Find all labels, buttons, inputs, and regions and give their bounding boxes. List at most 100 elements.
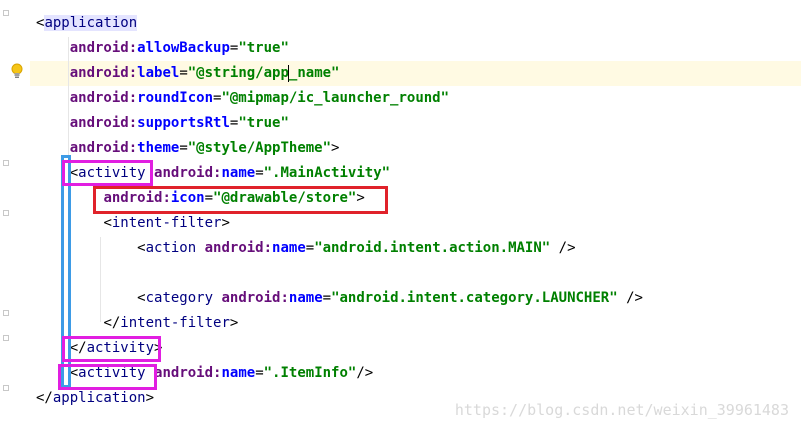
code-token: android: [69,40,138,56]
code-line[interactable]: <activity android:name=".ItemInfo"/> [30,361,801,386]
code-token: > [145,390,155,406]
code-token: android: [69,115,138,131]
code-token: activity [78,165,146,181]
code-token: </ [69,340,87,356]
code-line[interactable]: </activity> [30,336,801,361]
code-token: name [288,290,323,306]
code-token: intent-filter [111,215,222,231]
code-token: category [145,290,214,306]
code-token: = [204,190,214,206]
code-token: _name" [288,65,340,81]
fold-marker-icon[interactable] [3,210,9,216]
code-token: /> [558,240,576,256]
code-token: android: [103,190,171,206]
code-token: > [229,315,239,331]
fold-marker-icon[interactable] [3,335,9,341]
code-line[interactable]: android:label="@string/app_name" [30,61,801,86]
code-line[interactable]: android:allowBackup="true" [30,36,801,61]
indent-guide [100,237,101,322]
code-line[interactable]: <application [30,11,801,36]
code-line[interactable]: </intent-filter> [30,311,801,336]
code-token: < [69,165,79,181]
code-token: name [221,165,256,181]
code-line[interactable]: <intent-filter> [30,211,801,236]
code-token: /> [626,290,643,306]
code-token: android: [204,240,273,256]
code-line[interactable]: android:roundIcon="@mipmap/ic_launcher_r… [30,86,801,111]
fold-marker-icon[interactable] [3,310,9,316]
code-line[interactable]: <category android:name="android.intent.c… [30,286,801,311]
code-token: > [154,340,163,356]
code-token: ".MainActivity" [263,165,391,181]
code-token: roundIcon [137,90,214,106]
code-token: activity [78,365,146,381]
code-token: label [137,65,180,81]
code-token: > [331,140,340,156]
code-token: = [322,290,332,306]
code-token: android: [221,290,289,306]
code-token: activity [86,340,155,356]
code-line[interactable]: android:supportsRtl="true" [30,111,801,136]
fold-marker-icon[interactable] [3,385,9,391]
indent-guide [68,37,69,374]
code-line[interactable] [30,261,801,286]
code-token: application [44,15,138,31]
code-token: name [272,240,306,256]
code-token: android: [69,90,138,106]
code-token: ".ItemInfo" [263,365,357,381]
code-token: intent-filter [120,315,230,331]
code-token: /> [356,365,374,381]
code-token: < [103,215,112,231]
code-token: application [52,390,146,406]
code-token: < [137,290,146,306]
code-token: </ [103,315,121,331]
code-token: < [137,240,146,256]
code-token: = [255,365,264,381]
code-token: supportsRtl [137,115,230,131]
code-token: = [179,65,188,81]
code-token: > [221,215,230,231]
code-token: theme [137,140,180,156]
code-token: = [255,165,264,181]
code-token: = [179,140,188,156]
editor-gutter [0,0,30,431]
code-token: "@style/AppTheme" [187,140,332,156]
lightbulb-icon[interactable] [11,63,23,79]
fold-marker-icon[interactable] [3,10,9,16]
code-line[interactable]: <action android:name="android.intent.act… [30,236,801,261]
code-line[interactable]: <activity android:name=".MainActivity" [30,161,801,186]
code-token: action [145,240,197,256]
watermark: https://blog.csdn.net/weixin_39961483 [454,401,789,419]
code-token: android: [154,165,222,181]
code-token: allowBackup [137,40,230,56]
code-token: "android.intent.category.LAUNCHER" [331,290,618,306]
code-token: android: [69,140,138,156]
code-token: name [221,365,256,381]
code-token: > [356,190,365,206]
code-token: "true" [238,40,289,56]
fold-marker-icon[interactable] [3,160,9,166]
code-line[interactable]: android:theme="@style/AppTheme"> [30,136,801,161]
code-token: android: [69,65,138,81]
code-token: = [305,240,315,256]
code-line[interactable]: android:icon="@drawable/store"> [30,186,801,211]
code-token: </ [36,390,53,406]
code-token: android: [154,365,222,381]
code-editor[interactable]: <application android:allowBackup="true" … [30,0,801,431]
